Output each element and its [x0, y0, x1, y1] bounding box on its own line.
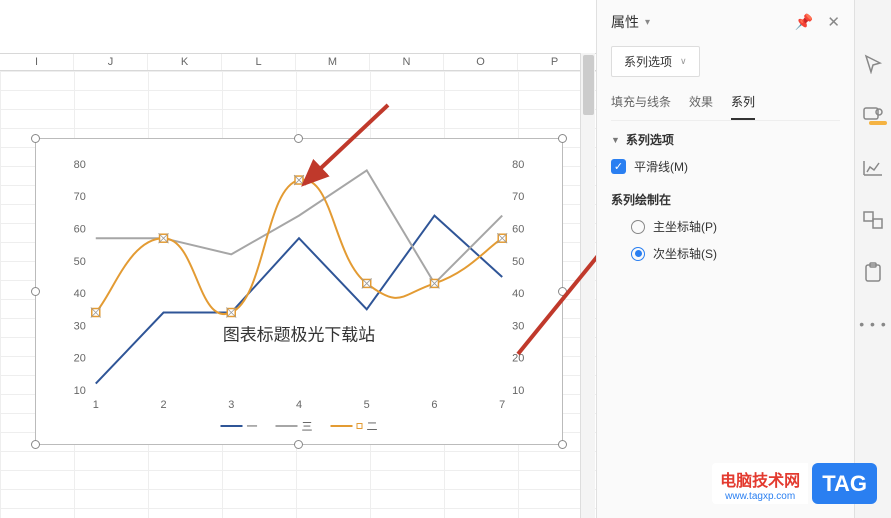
spreadsheet-area: I J K L M N O P 10 20 30 40 50 60 70 80 10 20 30 40…	[0, 0, 596, 518]
y-left-tick: 20	[74, 353, 86, 365]
x-tick: 1	[93, 399, 99, 411]
col-header[interactable]: M	[296, 54, 370, 70]
y-right-tick: 60	[512, 223, 524, 235]
y-left-tick: 60	[74, 223, 86, 235]
chevron-down-icon: ▾	[645, 17, 650, 28]
chart-icon[interactable]	[863, 156, 883, 180]
checkbox-label: 平滑线(M)	[634, 158, 688, 175]
format-icon[interactable]	[862, 104, 884, 128]
legend-text: 三	[302, 418, 313, 434]
x-tick: 5	[364, 399, 370, 411]
chart-title[interactable]: 图表标题极光下载站	[223, 325, 375, 344]
more-icon[interactable]: • • •	[859, 312, 886, 336]
right-mini-toolbar: • • •	[854, 0, 891, 518]
properties-panel: 属性 ▾ 📌 ✕ 系列选项 ∨ 填充与线条 效果 系列 ▼ 系列选项 ✓ 平滑线…	[596, 0, 854, 518]
y-left-tick: 30	[74, 320, 86, 332]
col-header[interactable]: J	[74, 54, 148, 70]
panel-title-text: 属性	[611, 12, 639, 32]
radio-primary-axis[interactable]: 主坐标轴(P)	[631, 218, 840, 235]
radio-secondary-axis[interactable]: 次坐标轴(S)	[631, 245, 840, 262]
y-right-tick: 80	[512, 159, 524, 171]
scrollbar-thumb[interactable]	[583, 55, 594, 115]
close-icon[interactable]: ✕	[827, 13, 840, 31]
y-left-tick: 50	[74, 256, 86, 268]
legend-text: 一	[247, 418, 258, 434]
x-tick: 3	[228, 399, 234, 411]
col-header[interactable]: K	[148, 54, 222, 70]
section-series-options[interactable]: ▼ 系列选项	[611, 131, 840, 148]
radio-icon	[631, 220, 645, 234]
legend-item-series-2[interactable]: 二	[331, 418, 378, 434]
col-header[interactable]: N	[370, 54, 444, 70]
smooth-line-checkbox[interactable]: ✓ 平滑线(M)	[611, 158, 840, 175]
col-header[interactable]: L	[222, 54, 296, 70]
radio-icon	[631, 247, 645, 261]
checkbox-icon: ✓	[611, 159, 626, 174]
chart-legend: 一 三 二	[221, 418, 378, 434]
tab-effects[interactable]: 效果	[689, 93, 713, 120]
chart-plot: 10 20 30 40 50 60 70 80 10 20 30 40 50 60 70 80 1 2 3 4 5 6 7 图…	[36, 139, 562, 445]
replace-icon[interactable]	[863, 208, 883, 232]
radio-label: 主坐标轴(P)	[653, 218, 717, 235]
vertical-scrollbar[interactable]	[580, 53, 595, 518]
pin-icon[interactable]: 📌	[795, 13, 814, 31]
col-header[interactable]: O	[444, 54, 518, 70]
triangle-down-icon: ▼	[611, 135, 620, 145]
chart-series-line[interactable]	[96, 216, 502, 384]
panel-tabs: 填充与线条 效果 系列	[611, 93, 840, 121]
chart-object[interactable]: 10 20 30 40 50 60 70 80 10 20 30 40 50 60 70 80 1 2 3 4 5 6 7 图…	[35, 138, 563, 445]
column-headers: I J K L M N O P	[0, 53, 596, 71]
dropdown-label: 系列选项	[624, 53, 672, 70]
legend-text: 二	[367, 418, 378, 434]
tab-series[interactable]: 系列	[731, 93, 755, 120]
y-right-tick: 10	[512, 385, 524, 397]
watermark-tag: TAG	[812, 463, 877, 504]
chevron-down-icon: ∨	[680, 56, 687, 67]
legend-item-series-3[interactable]: 三	[276, 418, 313, 434]
x-tick: 4	[296, 399, 302, 411]
cursor-icon[interactable]	[863, 52, 883, 76]
legend-item-series-1[interactable]: 一	[221, 418, 258, 434]
y-left-tick: 80	[74, 159, 86, 171]
col-header[interactable]: I	[0, 54, 74, 70]
section-title: 系列选项	[626, 131, 674, 148]
y-right-tick: 20	[512, 353, 524, 365]
panel-title[interactable]: 属性 ▾	[611, 12, 650, 32]
series-options-dropdown[interactable]: 系列选项 ∨	[611, 46, 700, 77]
plot-series-on-label: 系列绘制在	[611, 191, 840, 208]
chart-series-line[interactable]	[96, 170, 502, 283]
x-tick: 6	[431, 399, 437, 411]
y-right-tick: 70	[512, 191, 524, 203]
chart-series-line[interactable]	[96, 180, 502, 314]
tab-fill-and-line[interactable]: 填充与线条	[611, 93, 671, 120]
radio-label: 次坐标轴(S)	[653, 245, 717, 262]
y-left-tick: 40	[74, 288, 86, 300]
y-right-tick: 40	[512, 288, 524, 300]
x-tick: 2	[160, 399, 166, 411]
watermark-url: www.tagxp.com	[720, 491, 800, 502]
watermark-title: 电脑技术网	[720, 467, 800, 491]
watermark: 电脑技术网 www.tagxp.com TAG	[712, 463, 877, 504]
x-tick: 7	[499, 399, 505, 411]
y-left-tick: 10	[74, 385, 86, 397]
clipboard-icon[interactable]	[864, 260, 882, 284]
y-left-tick: 70	[74, 191, 86, 203]
y-right-tick: 50	[512, 256, 524, 268]
y-right-tick: 30	[512, 320, 524, 332]
